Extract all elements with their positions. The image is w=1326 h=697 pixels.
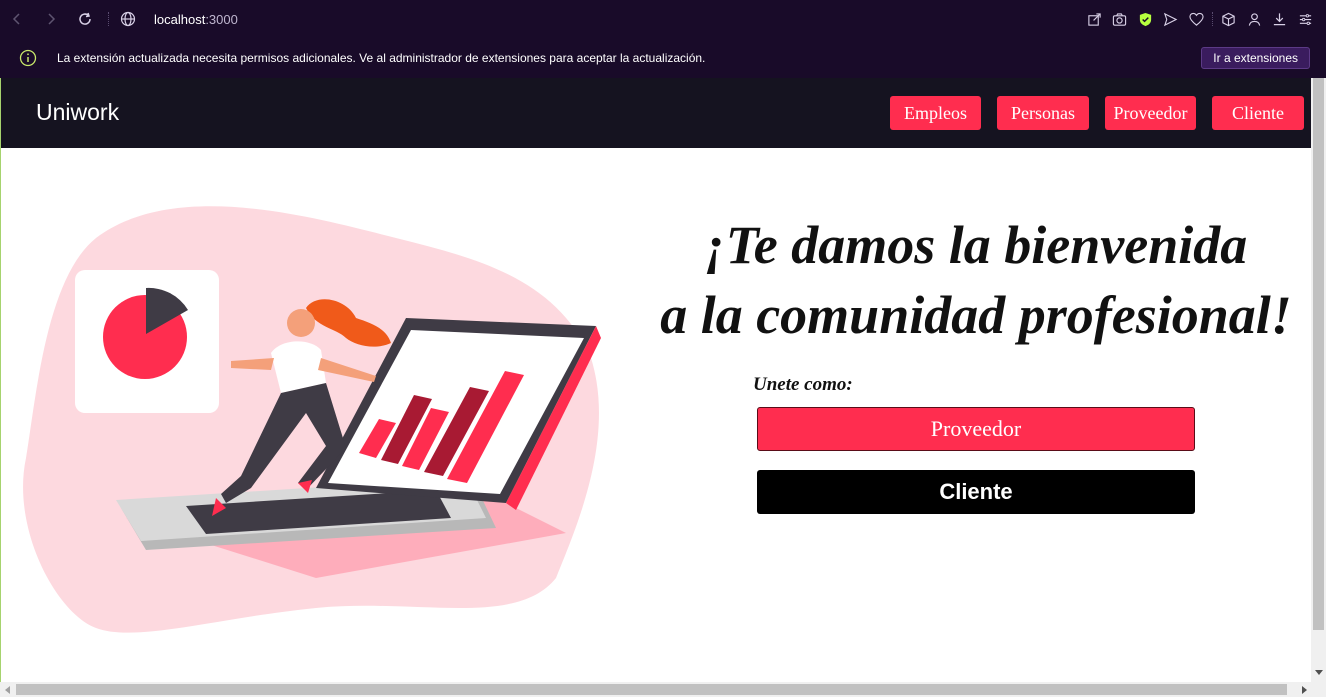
extensions-button[interactable] xyxy=(1216,0,1242,38)
back-button[interactable] xyxy=(0,0,34,38)
extension-notification-bar: La extensión actualizada necesita permis… xyxy=(0,38,1326,78)
chevron-left-icon xyxy=(4,685,10,694)
send-button[interactable] xyxy=(1158,0,1184,38)
download-icon xyxy=(1274,12,1286,25)
vertical-scrollbar[interactable] xyxy=(1311,78,1326,682)
chevron-right-icon xyxy=(1301,685,1307,694)
shield-icon xyxy=(1139,12,1151,26)
headline-line-1: ¡Te damos la bienvenida xyxy=(704,215,1248,275)
reload-button[interactable] xyxy=(68,0,102,38)
url-host: localhost xyxy=(154,11,206,27)
cube-icon xyxy=(1222,12,1235,26)
nav-link-empleos[interactable]: Empleos xyxy=(890,96,981,130)
forward-button[interactable] xyxy=(34,0,68,38)
horizontal-scrollbar[interactable] xyxy=(0,682,1326,697)
brand-logo[interactable]: Uniwork xyxy=(36,99,119,126)
toolbar-divider xyxy=(108,12,109,26)
notification-message: La extensión actualizada necesita permis… xyxy=(57,51,706,65)
chevron-down-icon xyxy=(1314,669,1323,675)
page-content: Uniwork Empleos Personas Proveedor Clien… xyxy=(0,78,1311,682)
site-navbar: Uniwork Empleos Personas Proveedor Clien… xyxy=(1,78,1311,148)
scroll-left-arrow[interactable] xyxy=(0,682,15,697)
horizontal-scroll-thumb[interactable] xyxy=(16,684,1287,695)
join-as-provider-button[interactable]: Proveedor xyxy=(757,407,1195,451)
hero-illustration xyxy=(23,206,601,633)
hero-headline: ¡Te damos la bienvenida a la comunidad p… xyxy=(631,210,1311,350)
heart-icon xyxy=(1189,12,1204,26)
camera-icon xyxy=(1113,12,1127,26)
profile-button[interactable] xyxy=(1242,0,1268,38)
menu-button[interactable] xyxy=(1293,0,1319,38)
favorites-button[interactable] xyxy=(1184,0,1210,38)
forward-icon xyxy=(48,13,56,25)
scroll-down-arrow[interactable] xyxy=(1311,665,1326,680)
nav-links: Empleos Personas Proveedor Cliente xyxy=(890,96,1304,130)
adblock-button[interactable] xyxy=(1133,0,1159,38)
nav-link-personas[interactable]: Personas xyxy=(997,96,1089,130)
menu-icon xyxy=(1299,13,1311,25)
back-icon xyxy=(12,13,20,25)
reload-icon xyxy=(79,12,91,25)
nav-link-cliente[interactable]: Cliente xyxy=(1212,96,1304,130)
go-to-extensions-button[interactable]: Ir a extensiones xyxy=(1201,47,1310,69)
info-icon xyxy=(19,49,37,67)
screenshot-button[interactable] xyxy=(1107,0,1133,38)
scroll-right-arrow[interactable] xyxy=(1296,682,1311,697)
share-icon xyxy=(1088,12,1101,26)
url-text: localhost:3000 xyxy=(154,12,238,27)
vertical-scroll-thumb[interactable] xyxy=(1313,78,1324,630)
url-port: :3000 xyxy=(205,11,238,27)
nav-link-proveedor[interactable]: Proveedor xyxy=(1105,96,1196,130)
person-head xyxy=(287,309,315,337)
share-button[interactable] xyxy=(1082,0,1108,38)
join-label: Unete como: xyxy=(753,374,853,395)
address-bar[interactable]: localhost:3000 xyxy=(120,0,238,38)
toolbar-actions xyxy=(1082,0,1319,38)
downloads-button[interactable] xyxy=(1267,0,1293,38)
headline-line-2: a la comunidad profesional! xyxy=(660,285,1292,345)
browser-toolbar: localhost:3000 xyxy=(0,0,1326,38)
globe-icon xyxy=(120,11,136,27)
send-icon xyxy=(1164,12,1178,26)
user-icon xyxy=(1248,12,1260,26)
toolbar-divider xyxy=(1212,12,1213,26)
join-as-client-button[interactable]: Cliente xyxy=(757,470,1195,514)
